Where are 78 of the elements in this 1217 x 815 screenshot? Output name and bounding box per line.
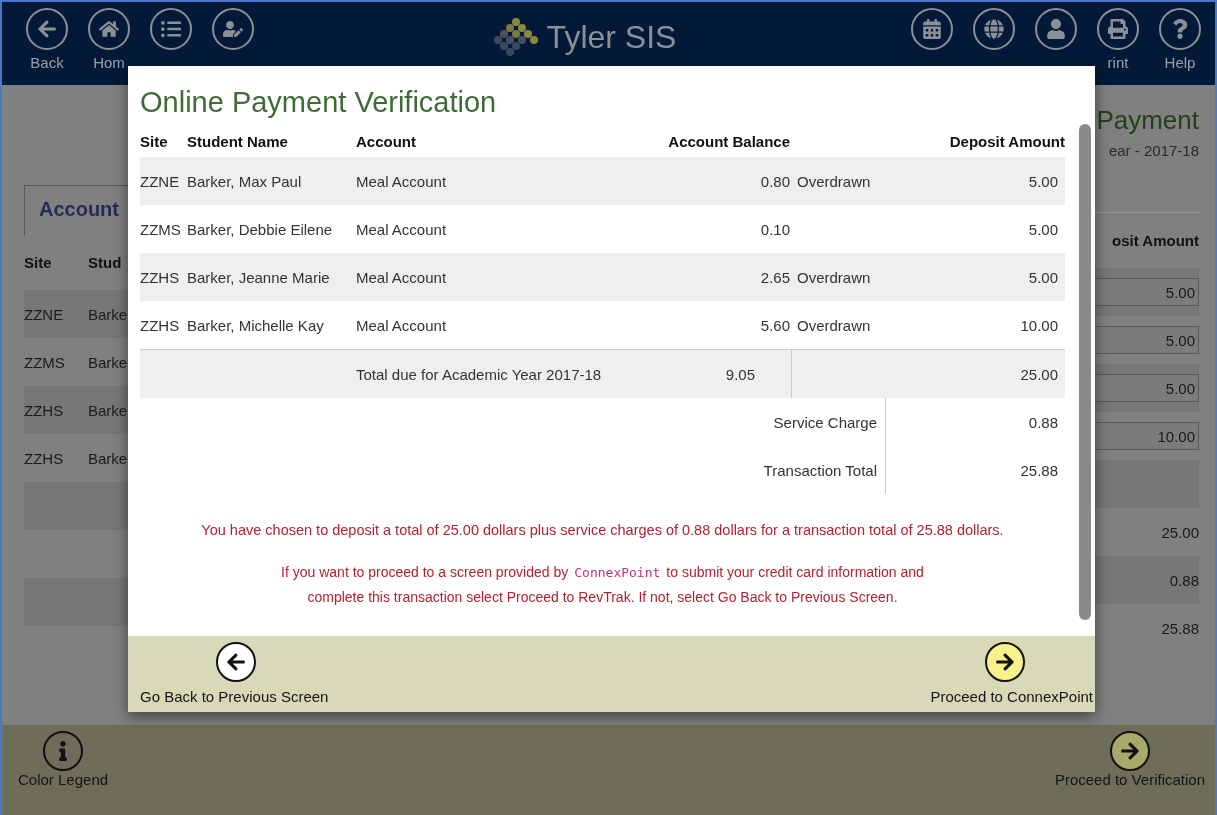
table-cell: 10.00: [1020, 316, 1058, 334]
deposit-field[interactable]: 5.00: [1093, 278, 1199, 306]
total-value: 9.05: [725, 365, 755, 383]
summary-value: 25.88: [1020, 461, 1058, 479]
table-cell: Overdrawn: [797, 316, 871, 334]
table-cell: Meal Account: [356, 172, 447, 190]
printer-icon: [1097, 8, 1139, 50]
summary-value: 0.88: [1028, 413, 1058, 431]
table-cell-text: ZZHS: [24, 401, 65, 419]
back-button[interactable]: Back: [22, 8, 72, 71]
column-header: osit Amount: [1112, 232, 1199, 249]
table-cell: 0.80: [760, 172, 790, 190]
table-cell: Barke: [88, 449, 128, 467]
print-button[interactable]: rint: [1093, 8, 1143, 71]
column-header: Site: [140, 132, 169, 150]
proceed-button[interactable]: Proceed to ConnexPoint: [930, 642, 1093, 705]
deposit-field[interactable]: 10.00: [1093, 422, 1199, 450]
info-icon: [43, 731, 84, 771]
table-cell: Overdrawn: [797, 268, 871, 286]
table-cell: Barke: [88, 401, 128, 419]
table-cell: Barker, Michelle Kay: [187, 316, 324, 334]
table-cell: Meal Account: [356, 220, 447, 238]
column-header: Deposit Amount: [948, 132, 1065, 150]
table-cell-text: ZZMS: [24, 353, 66, 371]
deposit-message: You have chosen to deposit a total of 25.00 dollars plus service charges of 0.88 dollars for a transaction total of 25.88 dollars.: [200, 522, 1005, 538]
total-value: 0.88: [1169, 571, 1199, 589]
table-cell: 5.00: [1028, 172, 1058, 190]
table-cell: ZZNE: [140, 172, 180, 190]
table-cell: Meal Account: [356, 316, 447, 334]
go-back-button[interactable]: Go Back to Previous Screen: [140, 642, 329, 705]
instruction-text: If you want to proceed to a screen provided by ConnexPoint to submit your credit card information and complete this transaction select Proceed to RevTrak. If not, select Go Back to Previous Screen.: [280, 563, 925, 607]
menu-icon: [150, 8, 192, 50]
column-header: Stud: [88, 254, 122, 271]
column-header: Site: [24, 254, 53, 271]
home-button[interactable]: Hom: [84, 8, 134, 71]
person-pencil-icon: [212, 8, 254, 50]
home-icon: [88, 8, 130, 50]
total-label: Total due for Academic Year 2017-18: [356, 365, 602, 383]
column-header: Account Balance: [667, 132, 791, 150]
table-cell-text: ZZNE: [24, 305, 65, 323]
table-cell: 5.60: [760, 316, 790, 334]
table-cell: Overdrawn: [797, 172, 871, 190]
total-value: 25.00: [1161, 523, 1199, 541]
table-cell: 5.00: [1028, 268, 1058, 286]
table-cell: ZZHS: [140, 316, 180, 334]
column-header: Student Name: [187, 132, 289, 150]
page-subtitle: ear - 2017-18: [1107, 142, 1199, 159]
table-cell: Barker, Max Paul: [187, 172, 302, 190]
scrollbar[interactable]: [1079, 124, 1091, 620]
provider-link[interactable]: ConnexPoint: [574, 565, 661, 580]
table-cell: Meal Account: [356, 268, 447, 286]
table-cell: 0.10: [760, 220, 790, 238]
summary-label: Transaction Total: [763, 461, 877, 479]
table-cell: 5.00: [1028, 220, 1058, 238]
dialog-title: Online Payment Verification: [140, 86, 498, 119]
app-logo-text: Tyler SIS: [546, 18, 677, 56]
total-value: 25.88: [1161, 619, 1199, 637]
color-legend-button[interactable]: Color Legend: [18, 731, 109, 788]
deposit-field[interactable]: 5.00: [1093, 326, 1199, 354]
total-value: 25.00: [1020, 365, 1058, 383]
page-title: Payment: [1095, 105, 1199, 136]
table-cell: Barker, Debbie Eilene: [187, 220, 333, 238]
table-cell: Barke: [88, 353, 128, 371]
globe-icon: [973, 8, 1015, 50]
proceed-to-verification-button[interactable]: Proceed to Verification: [1054, 731, 1205, 788]
table-cell-text: ZZHS: [24, 449, 65, 467]
calendar-icon: [911, 8, 953, 50]
table-cell: Barke: [88, 305, 128, 323]
person-icon: [1035, 8, 1077, 50]
help-button[interactable]: Help: [1155, 8, 1205, 71]
help-icon: [1159, 8, 1201, 50]
table-cell: ZZHS: [140, 268, 180, 286]
column-header: Account: [356, 132, 417, 150]
summary-label: Service Charge: [773, 413, 877, 431]
table-cell: 2.65: [760, 268, 790, 286]
deposit-field[interactable]: 5.00: [1093, 374, 1199, 402]
table-cell: Barker, Jeanne Marie: [187, 268, 330, 286]
table-cell: ZZMS: [140, 220, 181, 238]
